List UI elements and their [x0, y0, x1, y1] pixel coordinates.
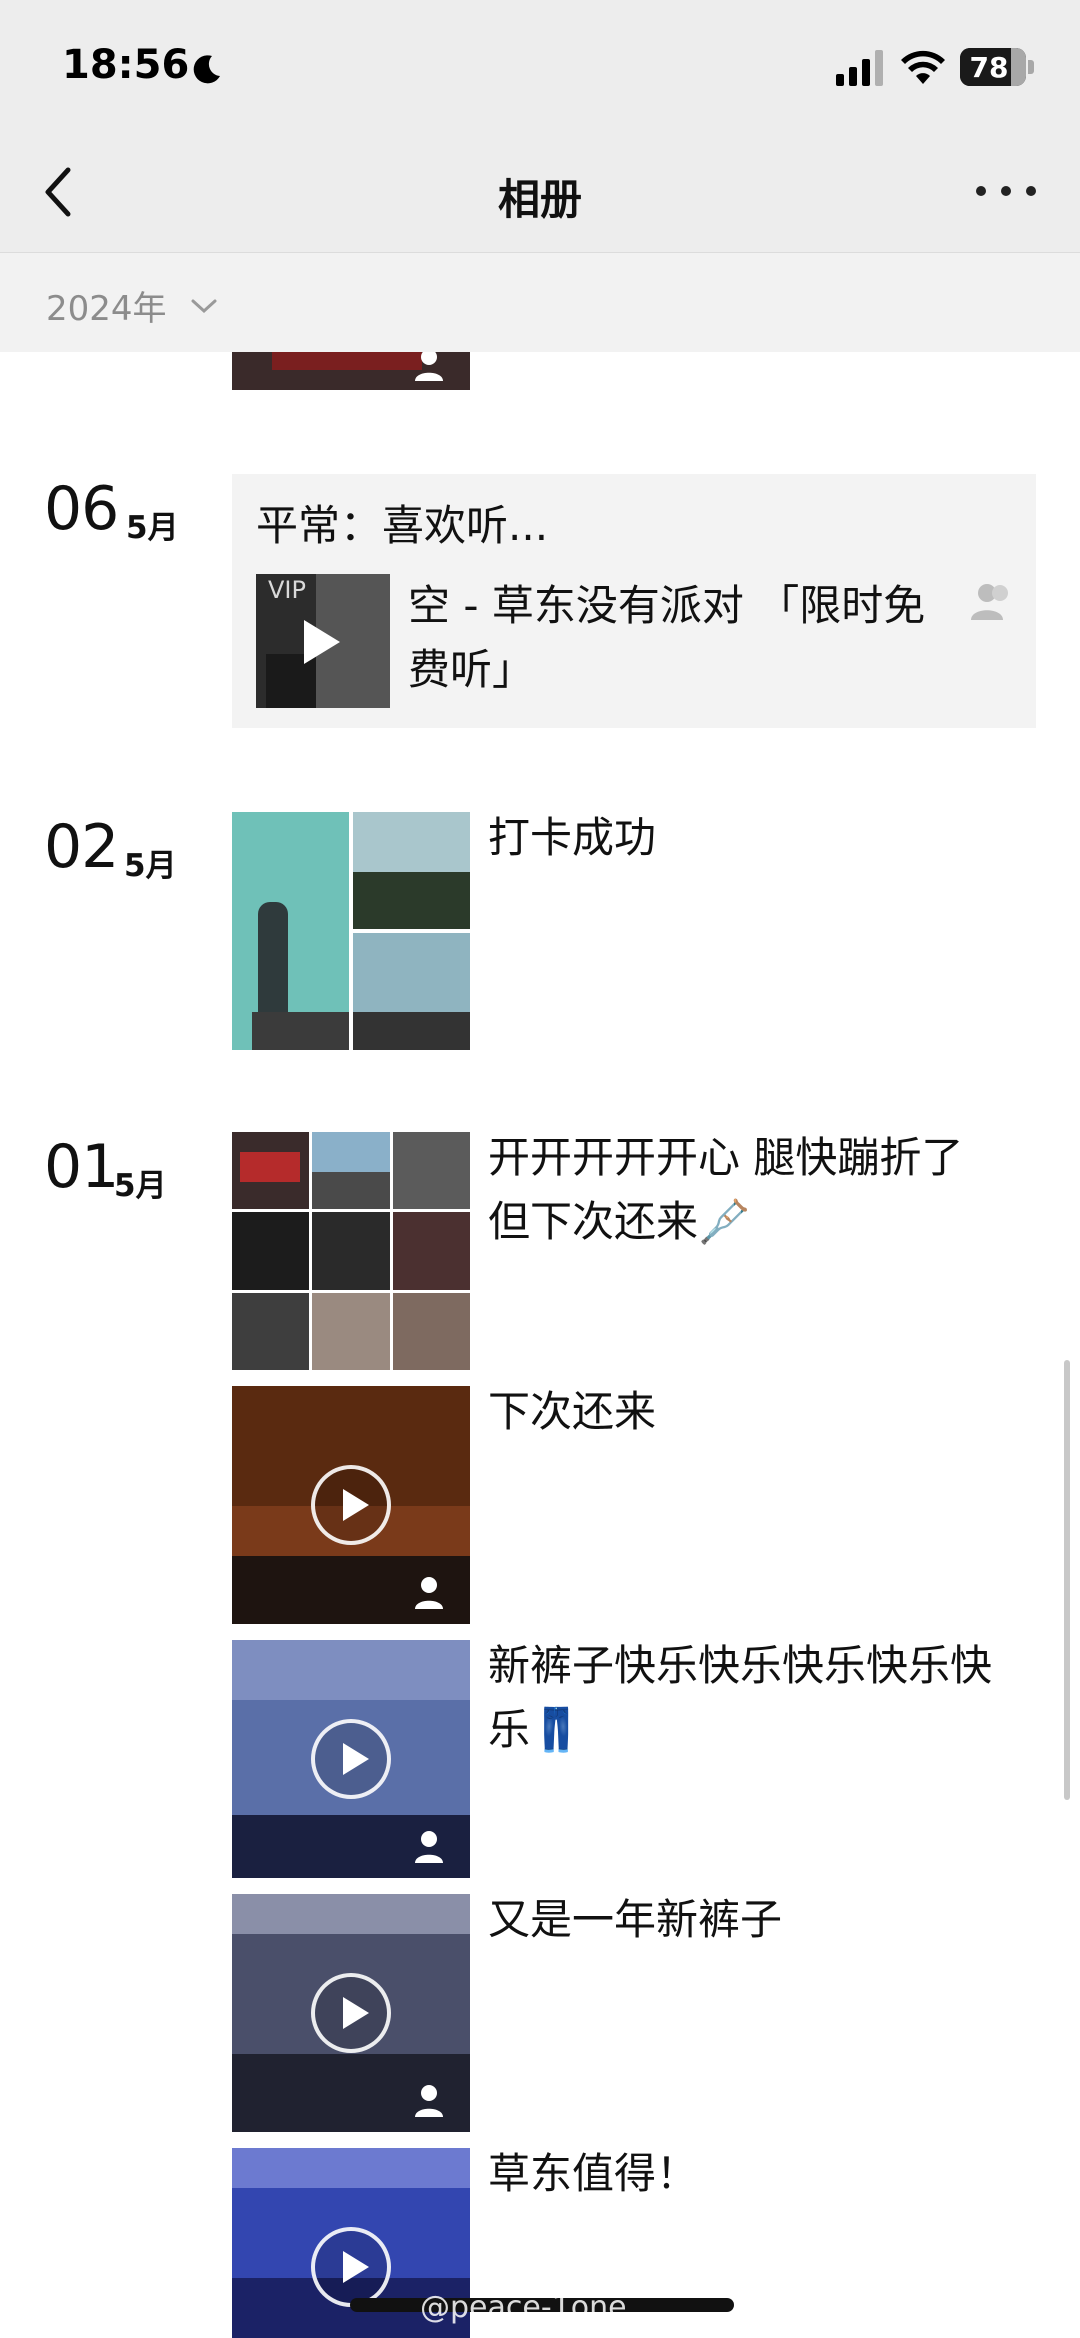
video-thumbnail[interactable] [232, 1640, 470, 1878]
people-icon [415, 2085, 443, 2117]
signal-icon [836, 50, 883, 86]
people-icon [415, 1831, 443, 1863]
scrollbar[interactable] [1064, 1360, 1070, 1800]
entry-text: 下次还来 [488, 1387, 657, 1436]
music-card-title: 平常：喜欢听... [256, 501, 549, 550]
entry-month: 5月 [124, 848, 177, 884]
play-icon[interactable] [311, 1973, 391, 2053]
entry-day: 01 [44, 1132, 119, 1202]
entry-month: 5月 [114, 1168, 167, 1204]
play-icon[interactable] [311, 1465, 391, 1545]
video-thumbnail[interactable] [232, 1894, 470, 2132]
entry-text: 又是一年新裤子 [488, 1895, 783, 1944]
year-filter[interactable]: 2024年 [0, 252, 1080, 352]
people-icon [971, 584, 1008, 620]
photo-grid[interactable] [232, 1132, 470, 1370]
music-song-title: 空 - 草东没有派对 「限时免费听」 [408, 581, 926, 694]
status-time: 18:56 [62, 42, 190, 88]
entry-text: 开开开开开心 腿快蹦折了 但下次还来🩼 [488, 1133, 964, 1246]
wifi-icon [901, 50, 945, 84]
top-bar: 18:56 78 相册 [0, 0, 1080, 252]
entry-text: 打卡成功 [488, 813, 657, 862]
play-icon[interactable] [311, 1719, 391, 1799]
more-dots-icon[interactable] [976, 176, 1036, 206]
music-cover[interactable]: VIP [256, 574, 390, 708]
year-filter-label[interactable]: 2024年 [46, 281, 167, 330]
entry-day: 02 [44, 812, 119, 882]
battery-icon: 78 [960, 48, 1034, 86]
entry-month: 5月 [126, 510, 179, 546]
people-icon [415, 1577, 443, 1609]
moon-icon [193, 55, 220, 84]
entry-text: 草东值得！ [488, 2149, 699, 2198]
chevron-down-icon[interactable] [190, 297, 218, 315]
photo-collage[interactable] [232, 812, 470, 1050]
page-title: 相册 [497, 175, 582, 224]
vip-badge: VIP [268, 576, 306, 604]
video-thumbnail[interactable] [232, 1386, 470, 1624]
music-share-card[interactable]: 平常：喜欢听... VIP 空 - 草东没有派对 「限时免费听」 [232, 474, 1036, 728]
entry-text: 新裤子快乐快乐快乐快乐快乐👖 [488, 1641, 993, 1754]
watermark-text: @peace-1one [420, 2290, 627, 2325]
battery-percent: 78 [969, 51, 1009, 84]
people-icon [415, 349, 443, 381]
play-icon[interactable] [304, 620, 340, 664]
play-icon[interactable] [311, 2227, 391, 2307]
entry-day: 06 [44, 474, 119, 544]
